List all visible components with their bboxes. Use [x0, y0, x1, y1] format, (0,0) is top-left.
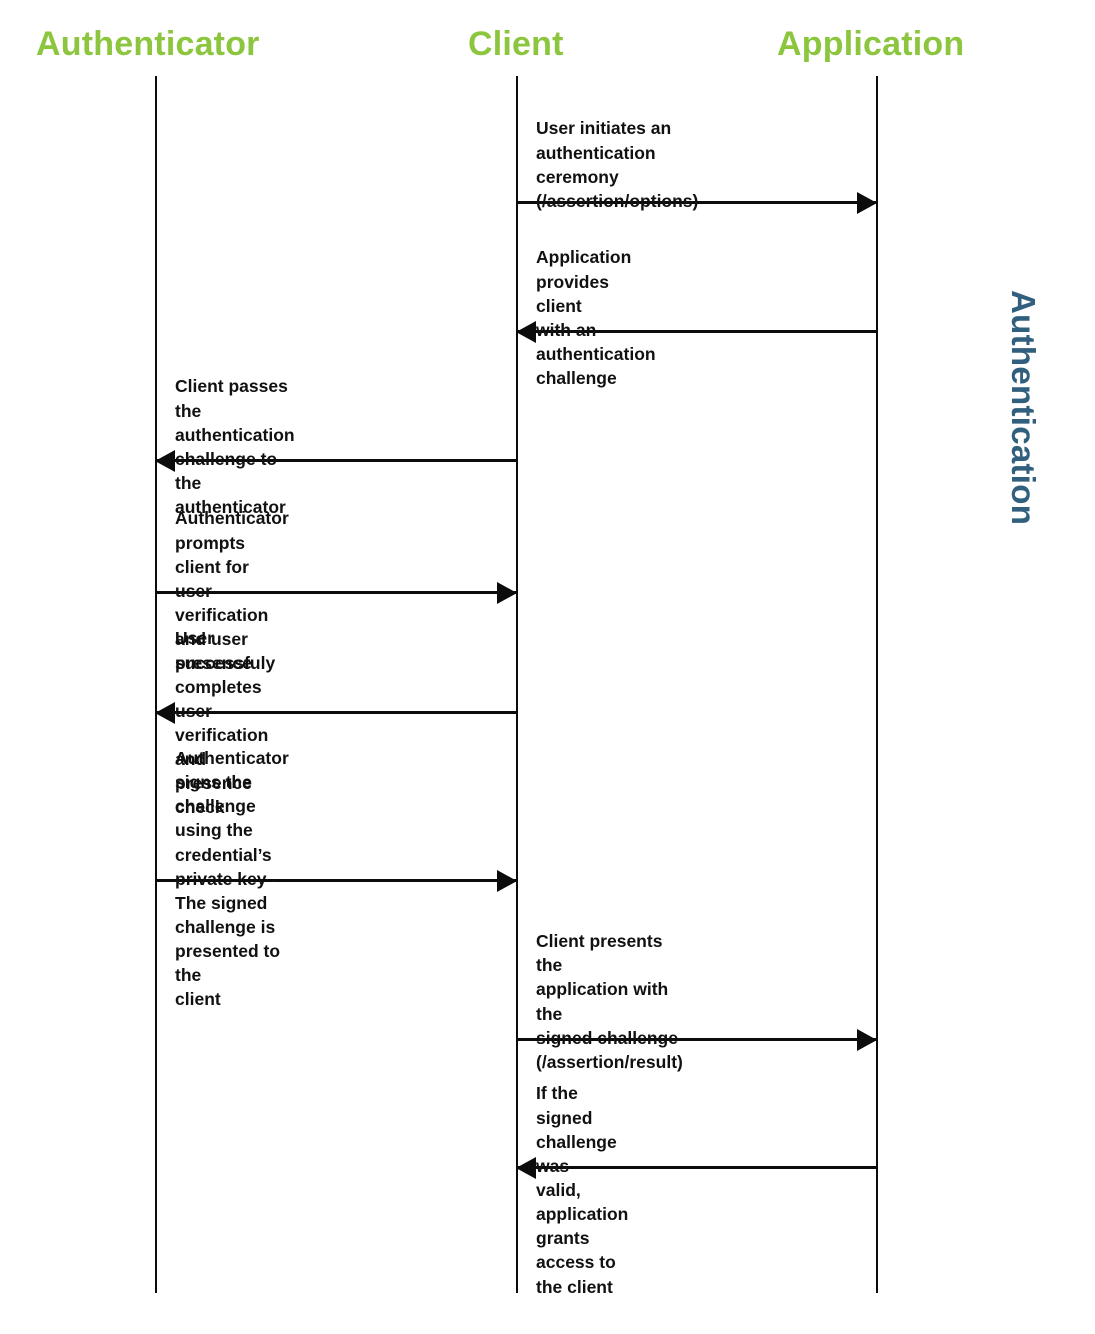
message-arrow-head-7 [857, 1029, 877, 1051]
actor-header-authenticator: Authenticator [36, 25, 260, 63]
message-label-8: If the signed challenge was valid, appli… [536, 1083, 629, 1297]
message-arrow-head-2 [516, 321, 536, 343]
message-arrow-head-3 [155, 450, 175, 472]
lifeline-client [516, 76, 518, 1293]
message-arrow-head-1 [857, 192, 877, 214]
actor-header-client: Client [468, 25, 564, 63]
lifeline-authenticator [155, 76, 157, 1293]
message-label-7: Client presents the application with the… [536, 931, 683, 1072]
actor-header-application: Application [777, 25, 965, 63]
lifeline-application [876, 76, 878, 1293]
sequence-diagram: Authenticator Client Application Authent… [0, 0, 1095, 1334]
message-arrow-head-8 [516, 1157, 536, 1179]
message-label-3: Client passes the authentication challen… [175, 376, 295, 518]
message-arrow-head-4 [497, 582, 517, 604]
message-label-2: Application provides client with an auth… [536, 247, 656, 389]
message-arrow-head-6 [497, 870, 517, 892]
message-arrow-head-5 [155, 702, 175, 724]
message-label-6: Authenticator signs the challenge using … [175, 748, 289, 1010]
message-label-1: User initiates an authentication ceremon… [536, 118, 699, 211]
phase-label-authentication: Authentication [1005, 290, 1042, 526]
